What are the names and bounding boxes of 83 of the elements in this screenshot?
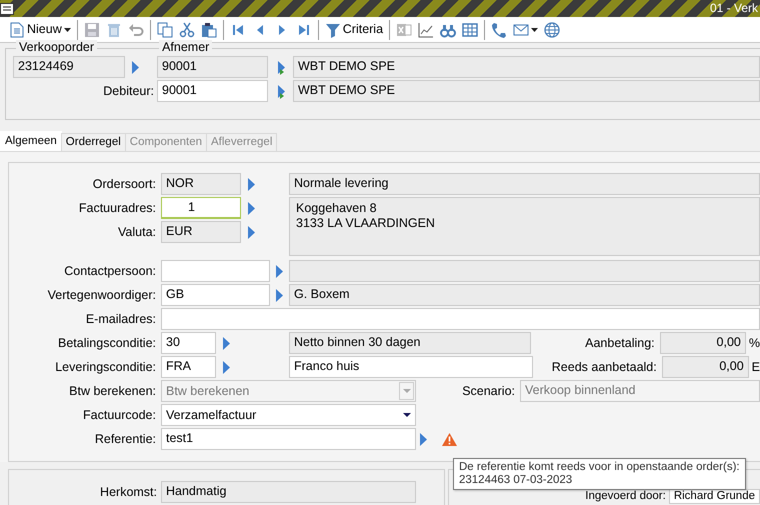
- caret-icon: [402, 389, 410, 393]
- field-label: Ordersoort:: [92, 176, 157, 192]
- text-field[interactable]: GB: [161, 284, 270, 306]
- clipboard-icon: [200, 22, 217, 38]
- copy-icon: [156, 22, 173, 38]
- arrow-icon[interactable]: [247, 176, 255, 192]
- text-field[interactable]: test1: [161, 428, 416, 450]
- field-label: Scenario:: [461, 384, 516, 398]
- text-field[interactable]: [161, 260, 270, 282]
- caret-icon: [531, 28, 538, 32]
- text-field[interactable]: 1: [161, 197, 241, 219]
- save-icon: [84, 22, 100, 38]
- text-field[interactable]: NOR: [161, 173, 241, 195]
- text-field[interactable]: EUR: [161, 221, 241, 243]
- field-label: E-mailadres:: [84, 312, 157, 326]
- text-field[interactable]: 30: [161, 332, 216, 354]
- table-icon: [462, 22, 478, 38]
- text-field[interactable]: 23124469: [13, 56, 125, 78]
- scissors-icon: [178, 22, 195, 38]
- unit-label: %: [748, 336, 760, 350]
- text-field[interactable]: 90001: [157, 80, 268, 102]
- document-icon: [9, 22, 25, 38]
- app-icon: [0, 2, 14, 14]
- description-field[interactable]: Franco huis: [289, 356, 533, 378]
- arrow-icon[interactable]: [222, 360, 230, 374]
- arrow-icon[interactable]: [247, 200, 255, 216]
- amount-field[interactable]: 0,00: [662, 356, 749, 378]
- amount-field[interactable]: 0,00: [660, 332, 746, 354]
- field-label: Ingevoerd door:: [584, 490, 667, 504]
- arrow-icon[interactable]: [275, 264, 284, 278]
- window-title: 01 - Verk: [710, 1, 759, 16]
- tab[interactable]: Orderregel: [60, 133, 126, 151]
- name-field[interactable]: WBT DEMO SPE: [293, 56, 760, 78]
- mail-icon: [513, 22, 530, 38]
- tab[interactable]: Algemeen: [0, 131, 62, 151]
- caret-icon: [64, 28, 71, 32]
- description-field[interactable]: G. Boxem: [289, 284, 760, 306]
- dropdown[interactable]: Verzamelfactuur: [161, 404, 416, 426]
- field-label: Valuta:: [117, 224, 157, 240]
- copy-button[interactable]: [154, 20, 175, 40]
- field-label: Leveringsconditie:: [54, 360, 157, 374]
- arrow-icon[interactable]: [222, 336, 230, 350]
- text-field[interactable]: Richard Grunde: [668, 489, 760, 504]
- text-field[interactable]: Handmatig: [161, 481, 416, 503]
- field-label: Herkomst:: [99, 484, 158, 500]
- field-label: Vertegenwoordiger:: [46, 288, 157, 302]
- arrow-icon[interactable]: [276, 84, 284, 98]
- field-label: Debiteur:: [102, 84, 155, 98]
- arrow-icon[interactable]: [276, 60, 284, 74]
- undo-icon: [128, 22, 144, 38]
- arrow-icon[interactable]: [131, 60, 139, 74]
- trash-icon: [106, 22, 122, 38]
- field-label: Aanbetaling:: [584, 336, 656, 350]
- globe-icon: [544, 22, 560, 38]
- description-field[interactable]: [289, 260, 760, 282]
- tooltip: De referentie komt reeds voor in openstaande order(s): 23124463 07-03-2023: [453, 458, 746, 490]
- document-button[interactable]: Nieuw: [7, 20, 73, 40]
- address-field: Koggehaven 8 3133 LA VLAARDINGEN: [289, 197, 760, 256]
- spreadsheet-icon: [396, 22, 412, 38]
- unit-label: E: [752, 360, 760, 374]
- field-label: Factuuradres:: [78, 200, 157, 216]
- description-field[interactable]: Netto binnen 30 dagen: [289, 332, 531, 354]
- field-label: Reeds aanbetaald:: [550, 360, 658, 374]
- arrow-icon[interactable]: [275, 288, 284, 302]
- email-field[interactable]: [161, 308, 760, 330]
- arrow-icon[interactable]: [247, 224, 255, 240]
- caret-icon: [403, 413, 411, 417]
- globe-button[interactable]: [542, 20, 562, 40]
- filter-button[interactable]: Criteria: [322, 20, 386, 40]
- phone-icon: [491, 22, 508, 38]
- field-label: Factuurcode:: [82, 408, 157, 422]
- line-chart-icon: [418, 22, 434, 38]
- filter-icon: [324, 22, 341, 38]
- name-field[interactable]: WBT DEMO SPE: [293, 80, 760, 102]
- field-label: Btw berekenen:: [68, 384, 157, 398]
- text-field[interactable]: FRA: [161, 356, 216, 378]
- arrow-icon[interactable]: [419, 432, 427, 446]
- field-label: Betalingsconditie:: [57, 336, 157, 350]
- text-field[interactable]: 90001: [157, 56, 268, 78]
- field-label: Contactpersoon:: [63, 264, 157, 278]
- description-field[interactable]: Normale levering: [289, 173, 760, 195]
- field-label: Referentie:: [94, 432, 157, 446]
- group-label: Verkooporder: [16, 40, 98, 56]
